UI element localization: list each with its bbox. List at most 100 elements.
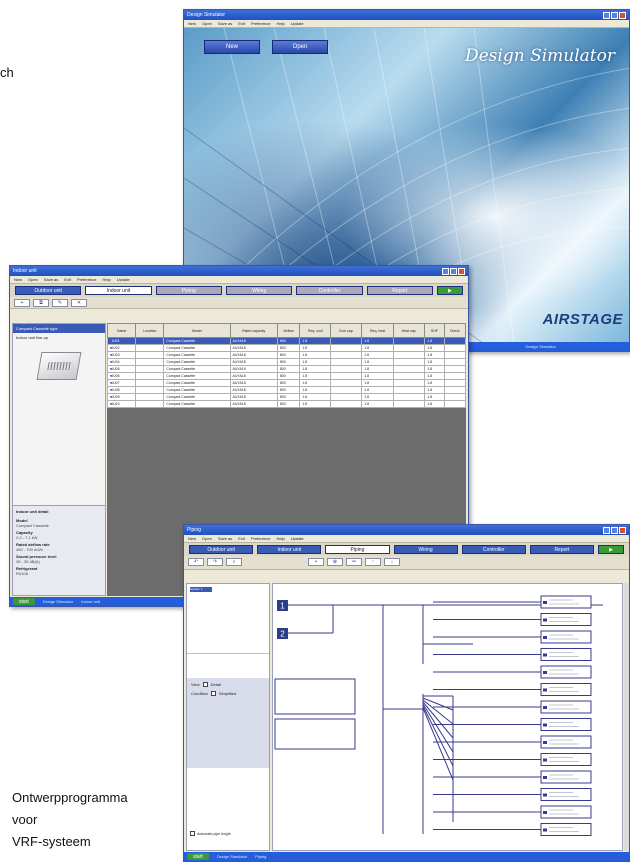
tab-indoor-unit[interactable]: Indoor unit — [85, 286, 152, 295]
table-cell: AUYA18 — [229, 337, 278, 345]
column-header[interactable]: Airflow — [276, 323, 301, 338]
menu-item-save-as[interactable]: Save as — [218, 21, 232, 26]
tab-wiring[interactable]: Wiring — [225, 286, 293, 295]
tab-outdoor-unit[interactable]: Outdoor unit — [189, 545, 254, 554]
auto-length-checkbox[interactable] — [190, 831, 195, 836]
menu-item-update[interactable]: Update — [291, 536, 304, 541]
tree-node-system[interactable]: System 1 — [190, 587, 212, 592]
column-header[interactable]: SHF — [424, 323, 445, 338]
start-button[interactable]: start — [13, 598, 35, 605]
maximize-icon[interactable] — [611, 11, 618, 19]
tab-outdoor-unit[interactable]: Outdoor unit — [15, 286, 82, 295]
table-row[interactable]: IU05Compact CassetteAUYA188001.81.81.8 — [106, 365, 467, 373]
table-row[interactable]: IU10Compact CassetteAUYA188001.81.81.8 — [106, 400, 467, 408]
tab-piping[interactable]: Piping — [325, 545, 390, 554]
table-row[interactable]: IU04Compact CassetteAUYA188001.81.81.8 — [106, 358, 467, 366]
column-header[interactable]: Model — [163, 323, 231, 338]
add-unit-icon[interactable]: + — [14, 299, 30, 307]
column-header[interactable]: Rated capacity — [229, 323, 278, 338]
table-row[interactable]: IU08Compact CassetteAUYA188001.81.81.8 — [106, 386, 467, 394]
menu-item-exit[interactable]: Exit — [238, 536, 245, 541]
open-button[interactable]: Open — [272, 40, 328, 54]
menu-item-new[interactable]: New — [188, 21, 196, 26]
close-icon[interactable] — [619, 526, 626, 534]
tab-indoor-unit[interactable]: Indoor unit — [257, 545, 322, 554]
column-header[interactable]: Cool cap. — [330, 323, 363, 338]
delete-unit-icon[interactable]: ✕ — [71, 299, 87, 307]
menu-item-open[interactable]: Open — [202, 536, 212, 541]
undo-icon[interactable]: ↶ — [188, 558, 204, 566]
menu-item-open[interactable]: Open — [28, 277, 38, 282]
simplified-checkbox[interactable] — [210, 691, 216, 696]
tab-report[interactable]: Report — [366, 286, 433, 295]
minimize-icon[interactable] — [442, 267, 449, 275]
detail-checkbox[interactable] — [202, 682, 208, 687]
table-row[interactable]: IU09Compact CassetteAUYA188001.81.81.8 — [106, 393, 467, 401]
move-up-icon[interactable]: ↑ — [365, 558, 381, 566]
column-header[interactable]: Location — [135, 323, 165, 338]
menu-item-new[interactable]: New — [14, 277, 22, 282]
taskbar-item[interactable]: Design Simulator — [217, 854, 247, 859]
join-icon[interactable]: ⊕ — [327, 558, 343, 566]
next-button[interactable]: ▶ — [436, 286, 463, 295]
copy-unit-icon[interactable]: ⧉ — [33, 299, 49, 307]
piping-diagram-canvas[interactable]: 12 — [272, 583, 623, 851]
tab-controller[interactable]: Controller — [296, 286, 363, 295]
maximize-icon[interactable] — [450, 267, 457, 275]
table-cell: Compact Cassette — [163, 400, 231, 408]
unit-type-header[interactable]: Compact Cassette type — [13, 324, 105, 333]
table-row[interactable]: IU03Compact CassetteAUYA188001.81.81.8 — [106, 351, 467, 359]
close-icon[interactable] — [619, 11, 626, 19]
table-cell: Compact Cassette — [163, 365, 231, 373]
menu-item-exit[interactable]: Exit — [64, 277, 71, 282]
menu-item-save-as[interactable]: Save as — [44, 277, 58, 282]
taskbar-item[interactable]: Design Simulator — [526, 344, 556, 349]
menu-item-update[interactable]: Update — [291, 21, 304, 26]
table-row[interactable]: IU02Compact CassetteAUYA188001.81.81.8 — [106, 344, 467, 352]
table-row[interactable]: IU07Compact CassetteAUYA188001.81.81.8 — [106, 379, 467, 387]
minimize-icon[interactable] — [603, 526, 610, 534]
menu-item-save-as[interactable]: Save as — [218, 536, 232, 541]
taskbar-item[interactable]: Indoor unit — [81, 599, 100, 604]
table-row[interactable]: IU06Compact CassetteAUYA188001.81.81.8 — [106, 372, 467, 380]
vertical-scrollbar[interactable] — [624, 583, 629, 851]
minimize-icon[interactable] — [603, 11, 610, 19]
menu-item-update[interactable]: Update — [117, 277, 130, 282]
move-down-icon[interactable]: ↓ — [384, 558, 400, 566]
table-cell — [330, 351, 363, 359]
tab-piping[interactable]: Piping — [155, 286, 222, 295]
zoom-icon[interactable]: ⌕ — [226, 558, 242, 566]
edit-unit-icon[interactable]: ✎ — [52, 299, 68, 307]
menu-item-help[interactable]: Help — [103, 277, 111, 282]
tab-report[interactable]: Report — [529, 545, 595, 554]
tab-wiring[interactable]: Wiring — [393, 545, 458, 554]
column-header[interactable]: Req. heat — [361, 323, 394, 338]
table-row[interactable]: IU01Compact CassetteAUYA188001.81.81.8 — [106, 337, 467, 345]
menu-item-exit[interactable]: Exit — [238, 21, 245, 26]
table-cell: 1.8 — [299, 344, 332, 352]
menu-item-preference[interactable]: Preference — [77, 277, 97, 282]
step-tabs: Outdoor unit Indoor unit Piping Wiring C… — [184, 543, 629, 556]
maximize-icon[interactable] — [611, 526, 618, 534]
condition-label: Condition — [191, 691, 208, 696]
menu-item-open[interactable]: Open — [202, 21, 212, 26]
column-header[interactable]: Heat cap. — [392, 323, 426, 338]
column-header[interactable]: Name — [106, 323, 137, 338]
tab-controller[interactable]: Controller — [461, 545, 526, 554]
taskbar-item[interactable]: Piping — [255, 854, 266, 859]
branch-icon[interactable]: ⑂ — [308, 558, 324, 566]
close-icon[interactable] — [458, 267, 465, 275]
pipe-icon[interactable]: ═ — [346, 558, 362, 566]
next-button[interactable]: ▶ — [598, 545, 625, 554]
menu-item-preference[interactable]: Preference — [251, 536, 271, 541]
menu-item-help[interactable]: Help — [277, 536, 285, 541]
start-button[interactable]: start — [187, 853, 209, 860]
column-header[interactable]: Check — [443, 323, 467, 338]
menu-item-preference[interactable]: Preference — [251, 21, 271, 26]
menu-item-new[interactable]: New — [188, 536, 196, 541]
new-button[interactable]: New — [204, 40, 260, 54]
column-header[interactable]: Req. cool — [299, 323, 332, 338]
taskbar-item[interactable]: Design Simulator — [43, 599, 73, 604]
redo-icon[interactable]: ↷ — [207, 558, 223, 566]
menu-item-help[interactable]: Help — [277, 21, 285, 26]
